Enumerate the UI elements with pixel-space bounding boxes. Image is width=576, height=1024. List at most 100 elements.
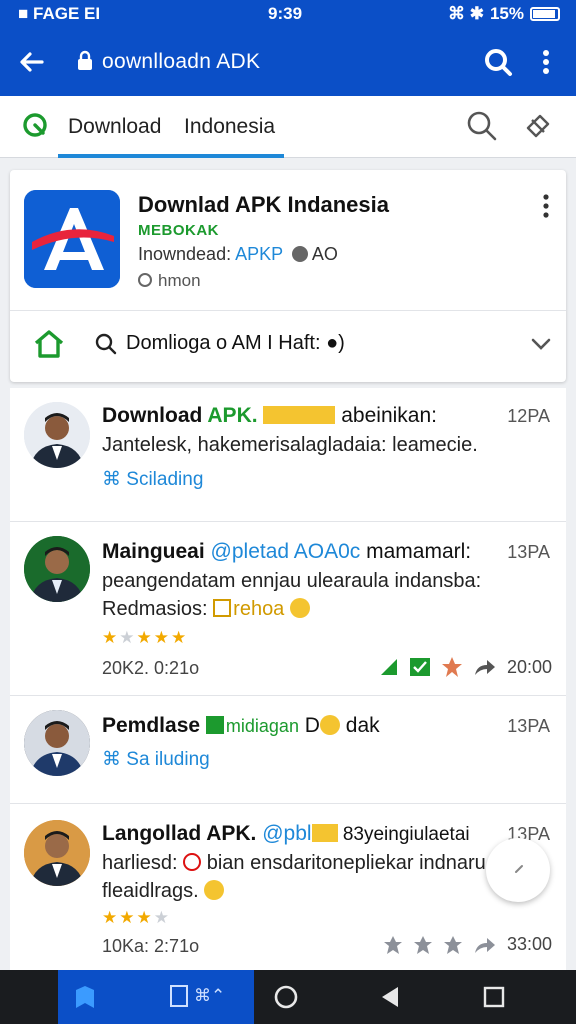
app-logo bbox=[24, 190, 120, 288]
like-icon[interactable] bbox=[379, 657, 399, 677]
comment-time: 13PA bbox=[507, 542, 550, 562]
status-bar: ■ FAGE EI 9:39 ⌘ ✱ 15% bbox=[0, 0, 576, 28]
comment-feed: Download APK. abeinikan: 12PA Jantelesk,… bbox=[10, 388, 566, 970]
bookmark-icon bbox=[76, 986, 94, 1008]
comment-author: Pemdlase bbox=[102, 714, 206, 737]
comment-title-rest: abeinikan: bbox=[335, 404, 437, 427]
comment-author: Download bbox=[102, 404, 208, 427]
app-meta: Inowndead: APKP AO bbox=[138, 244, 338, 265]
comment-title: Pemdlase midiagan D dak bbox=[102, 714, 380, 738]
comment-title-rest-2: dak bbox=[339, 714, 380, 737]
star-icon[interactable] bbox=[441, 656, 463, 678]
reply-link[interactable]: ⌘ Sa iluding bbox=[102, 748, 210, 771]
url-field[interactable]: oownlloadn ADK bbox=[102, 50, 260, 74]
browser-toolbar: oownlloadn ADK bbox=[0, 28, 576, 96]
emoji-icon bbox=[319, 715, 340, 735]
block-icon bbox=[291, 246, 308, 262]
floating-action-button[interactable] bbox=[486, 838, 550, 902]
lock-icon bbox=[78, 50, 92, 70]
avatar bbox=[24, 820, 90, 886]
comment-tag: midiagan bbox=[225, 716, 299, 736]
star-icon[interactable] bbox=[443, 935, 463, 955]
reply-link-label: Scilading bbox=[126, 469, 204, 490]
battery-percent: 15% bbox=[489, 4, 524, 23]
app-meta-prefix: Inowndead: bbox=[138, 244, 236, 264]
comment-title-rest: 83yeingiulaetai bbox=[337, 824, 470, 845]
emoji-icon bbox=[289, 598, 310, 618]
home-button-icon[interactable] bbox=[272, 983, 300, 1011]
chevron-down-icon[interactable] bbox=[530, 334, 552, 354]
clear-icon[interactable] bbox=[522, 110, 554, 142]
comment-body: peangendatam ennjau ulearaula indansba: bbox=[102, 570, 482, 592]
tabs-icon bbox=[170, 985, 188, 1007]
link-icon: ⌘ bbox=[102, 749, 121, 770]
list-item[interactable]: Maingueai @pletad AOA0c mamamarl: 13PA p… bbox=[10, 522, 566, 696]
search-icon[interactable] bbox=[482, 46, 514, 78]
app-card[interactable]: Downlad APK Indanesia MEBOKAK Inowndead:… bbox=[10, 170, 566, 382]
battery-icon bbox=[530, 7, 560, 21]
back-arrow-icon[interactable] bbox=[14, 44, 50, 80]
app-meta-suffix: AO bbox=[307, 244, 338, 264]
comment-tag: APK. bbox=[207, 404, 258, 427]
comment-actions: 20:00 bbox=[379, 656, 552, 678]
emoji-icon bbox=[204, 880, 225, 900]
comment-time: 12PA bbox=[507, 406, 550, 426]
status-left: ■ FAGE EI bbox=[18, 4, 101, 23]
comment-body: harliesd: bian ensdaritonepliekar indnar… bbox=[102, 852, 486, 875]
system-nav-bar: ⌘⌃ bbox=[0, 970, 576, 1024]
comment-title-rest: D bbox=[298, 714, 320, 737]
recents-button-icon[interactable] bbox=[480, 983, 508, 1011]
status-time: 9:39 bbox=[268, 4, 303, 23]
check-badge-icon bbox=[205, 716, 224, 734]
share-icon[interactable] bbox=[473, 935, 497, 955]
star-icon[interactable] bbox=[383, 935, 403, 955]
comment-body-label: harliesd: bbox=[102, 852, 184, 874]
tab-download[interactable]: Download bbox=[68, 115, 161, 139]
action-time: 20:00 bbox=[506, 656, 552, 677]
search-icon[interactable] bbox=[466, 110, 498, 142]
comment-date: 20K2. 0:21o bbox=[102, 658, 200, 678]
app-sub-label: hmon bbox=[158, 271, 201, 290]
comment-date: 10Ka: 2:71o bbox=[102, 936, 200, 956]
active-tab-indicator bbox=[58, 154, 284, 158]
comment-title-rest: mamamarl: bbox=[360, 540, 472, 563]
comment-body: Jantelesk, hakemerisalagladaia: leamecie… bbox=[102, 434, 478, 456]
comment-mention[interactable]: @pletad AOA0c bbox=[211, 540, 361, 563]
comment-body-2: fleaidlrags. bbox=[102, 880, 225, 903]
comment-actions: 33:00 bbox=[383, 934, 552, 955]
card-divider bbox=[10, 310, 566, 311]
comment-body-2: Redmasios: rehoa bbox=[102, 598, 310, 621]
link-icon: ⌘ bbox=[102, 469, 121, 490]
search-query[interactable]: Domlioga o AM I Haft: ●) bbox=[126, 332, 345, 355]
home-icon[interactable] bbox=[32, 328, 66, 360]
star-icon[interactable] bbox=[413, 935, 433, 955]
comment-author: Langollad APK. bbox=[102, 822, 263, 845]
app-subtext: hmon bbox=[138, 271, 201, 291]
comment-title: Langollad APK. @pbl 83yeingiulaetai bbox=[102, 822, 470, 846]
tab-indonesia[interactable]: Indonesia bbox=[184, 115, 275, 139]
more-menu-icon[interactable] bbox=[530, 46, 562, 78]
avatar bbox=[24, 536, 90, 602]
app-more-icon[interactable] bbox=[534, 192, 558, 220]
signal-icon: ⌘ ✱ bbox=[448, 4, 484, 23]
list-item[interactable]: Pemdlase midiagan D dak 13PA ⌘ Sa iludin… bbox=[10, 696, 566, 804]
comment-mention[interactable]: @pbl bbox=[262, 822, 311, 845]
search-icon bbox=[95, 333, 117, 355]
list-item[interactable]: Langollad APK. @pbl 83yeingiulaetai 13PA… bbox=[10, 804, 566, 970]
app-developer[interactable]: MEBOKAK bbox=[138, 222, 219, 239]
reply-link[interactable]: ⌘ Scilading bbox=[102, 468, 203, 491]
list-item[interactable]: Download APK. abeinikan: 12PA Jantelesk,… bbox=[10, 388, 566, 522]
app-meta-highlight: APKP bbox=[235, 244, 283, 264]
back-button-icon[interactable] bbox=[376, 983, 404, 1011]
search-tab-row: Download Indonesia bbox=[0, 96, 576, 158]
emoji-icon bbox=[213, 599, 232, 617]
app-name: Downlad APK Indanesia bbox=[138, 192, 390, 217]
rating-stars: ★★★★ bbox=[102, 908, 171, 927]
comment-time: 13PA bbox=[507, 716, 550, 736]
active-app-tab[interactable]: ⌘⌃ bbox=[58, 970, 254, 1024]
comment-highlight: rehoa bbox=[233, 598, 285, 620]
clock-icon bbox=[138, 273, 152, 287]
chevron-icon bbox=[515, 865, 523, 873]
check-icon[interactable] bbox=[409, 657, 431, 677]
share-icon[interactable] bbox=[473, 657, 497, 677]
